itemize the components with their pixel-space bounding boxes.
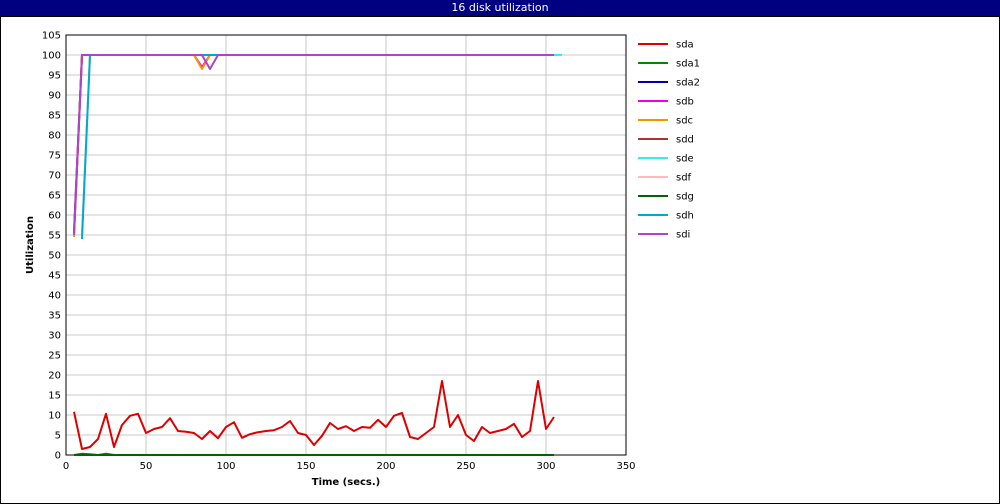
y-tick-label: 80 <box>48 131 61 142</box>
y-tick-label: 75 <box>48 151 61 162</box>
y-tick-label: 25 <box>48 351 61 362</box>
y-tick-label: 95 <box>48 71 61 82</box>
series-line-sdf <box>81 54 554 236</box>
y-tick-label: 55 <box>48 231 61 242</box>
legend-label-sdd: sdd <box>676 135 694 146</box>
y-axis-label: Utilization <box>25 216 36 274</box>
x-tick-label: 150 <box>296 461 315 472</box>
legend-label-sda1: sda1 <box>676 59 700 70</box>
legend-label-sdb: sdb <box>676 97 694 108</box>
series-line-sdh <box>81 54 554 240</box>
y-tick-label: 30 <box>48 331 61 342</box>
x-tick-label: 250 <box>456 461 475 472</box>
y-tick-label: 90 <box>48 91 61 102</box>
y-tick-label: 10 <box>48 411 61 422</box>
x-tick-label: 100 <box>216 461 235 472</box>
legend-label-sda: sda <box>676 40 694 51</box>
x-tick-label: 50 <box>140 461 153 472</box>
x-tick-label: 300 <box>536 461 555 472</box>
y-tick-label: 65 <box>48 191 61 202</box>
y-tick-label: 20 <box>48 371 61 382</box>
legend-label-sdh: sdh <box>676 211 694 222</box>
legend-label-sda2: sda2 <box>676 78 700 89</box>
y-tick-label: 35 <box>48 311 61 322</box>
legend-label-sde: sde <box>676 154 694 165</box>
chart-canvas: 0 5 10 15 20 25 30 35 40 45 50 55 60 65 70 75 80 85 90 95 10… <box>25 31 700 489</box>
y-tick-label: 100 <box>42 51 61 62</box>
legend-label-sdg: sdg <box>676 192 694 203</box>
x-tick-label: 200 <box>376 461 395 472</box>
x-axis-label: Time (secs.) <box>312 477 381 488</box>
y-tick-label: 0 <box>55 451 61 462</box>
y-tick-label: 5 <box>55 431 61 442</box>
y-tick-label: 105 <box>42 31 61 42</box>
legend-label-sdc: sdc <box>676 116 693 127</box>
y-tick-label: 70 <box>48 171 61 182</box>
y-tick-labels: 0 5 10 15 20 25 30 35 40 45 50 55 60 65 70 75 80 85 90 95 10… <box>42 31 61 462</box>
x-tick-label: 350 <box>616 461 635 472</box>
series-line-sde <box>81 54 562 236</box>
x-tick-label: 0 <box>63 461 69 472</box>
x-tick-labels: 0 50 100 150 200 250 300 350 <box>63 461 636 472</box>
legend-label-sdf: sdf <box>676 173 692 184</box>
y-tick-label: 15 <box>48 391 61 402</box>
grid-lines <box>65 34 627 456</box>
y-tick-label: 60 <box>48 211 61 222</box>
y-tick-label: 50 <box>48 251 61 262</box>
y-tick-label: 85 <box>48 111 61 122</box>
legend-label-sdi: sdi <box>676 230 690 241</box>
y-tick-label: 45 <box>48 271 61 282</box>
y-tick-label: 40 <box>48 291 61 302</box>
legend: sda sda1 sda2 sdb sdc sdd sde sdf sdg sdh sdi <box>638 40 700 241</box>
plot-area <box>65 34 627 456</box>
